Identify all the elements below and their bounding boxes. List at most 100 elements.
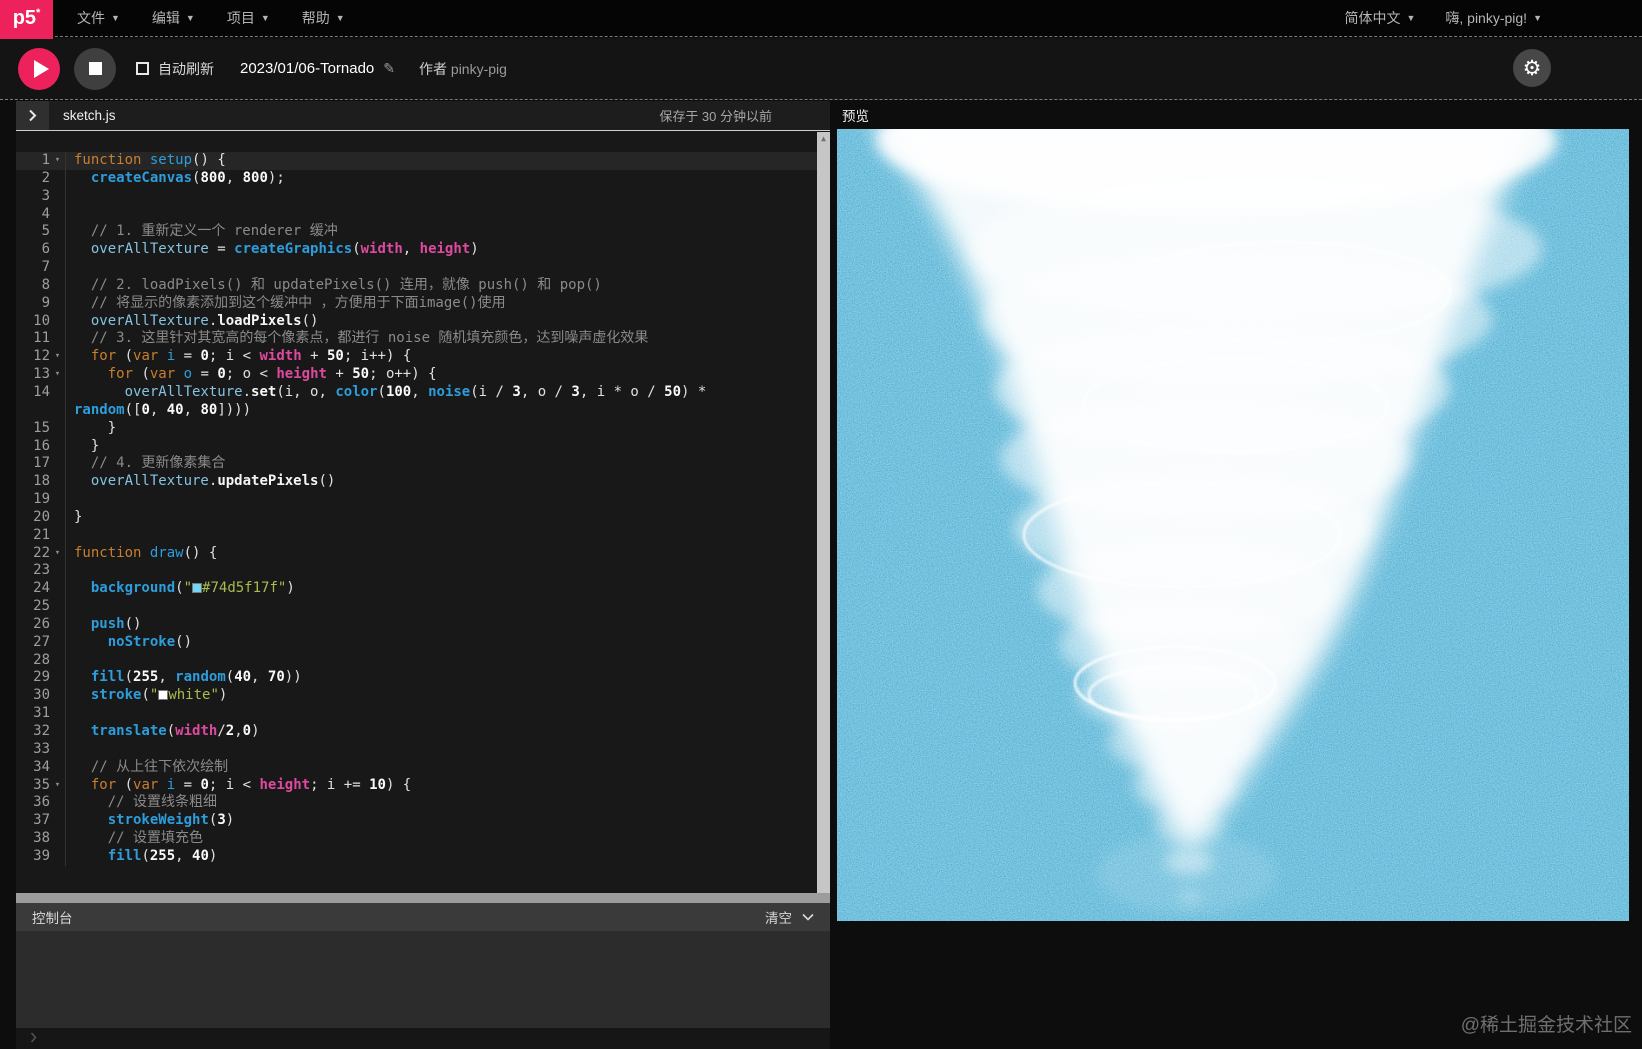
settings-button[interactable]: ⚙ [1513,49,1551,87]
console-title: 控制台 [32,911,73,926]
code-line[interactable]: 30 stroke(" white") [16,687,830,706]
console-clear-button[interactable]: 清空 [765,907,814,927]
code-line[interactable]: 23 [16,562,830,581]
code-line[interactable]: 13 ▾ for (var o = 0; o < height + 50; o++… [16,366,830,384]
edit-title-icon[interactable]: ✎ [383,60,395,77]
preview-label: 预览 [842,109,869,124]
project-title[interactable]: 2023/01/06-Tornado [240,60,374,77]
user-menu[interactable]: 嗨, pinky-pig! ▼ [1443,2,1544,34]
menu-help[interactable]: 帮助 ▼ [290,2,357,34]
color-swatch[interactable] [192,583,203,594]
fold-arrow-icon[interactable]: ▾ [50,366,65,384]
code-line[interactable]: 8 // 2. loadPixels() 和 updatePixels() 连用… [16,276,830,295]
code-line[interactable]: 6 overAllTexture = createGraphics(width,… [16,241,830,260]
auto-refresh-checkbox[interactable] [136,62,149,75]
noise-overlay [837,129,1629,921]
code-line[interactable]: 34 // 从上往下依次绘制 [16,758,830,777]
code-line[interactable]: 19 [16,491,830,509]
code-line[interactable]: 39 fill(255, 40) [16,847,830,866]
code-line[interactable]: 2 createCanvas(800, 800); [16,169,830,188]
chevron-down-icon: ▼ [1406,13,1416,23]
color-swatch[interactable] [158,690,169,701]
saved-status: 保存于 30 分钟以前 [659,109,772,124]
code-line[interactable]: 10 overAllTexture.loadPixels() [16,312,830,331]
fold-arrow-icon[interactable]: ▾ [50,545,65,563]
code-line[interactable]: 16 } [16,437,830,456]
menu-project[interactable]: 项目 ▼ [215,2,282,34]
sketch-canvas[interactable] [837,129,1629,921]
chevron-down-icon: ▼ [1533,13,1542,23]
console-input[interactable] [16,1028,830,1049]
editor-vertical-scrollbar[interactable]: ▲ [817,132,830,893]
author: 作者 pinky-pig [419,59,507,79]
code-line[interactable]: 37 strokeWeight(3) [16,812,830,831]
code-line[interactable]: 24 background(" #74d5f17f") [16,580,830,599]
code-line[interactable]: 29 fill(255, random(40, 70)) [16,669,830,688]
tab-sketch-js[interactable]: sketch.js [63,108,116,123]
main-menus: 文件 ▼ 编辑 ▼ 项目 ▼ 帮助 ▼ [65,2,357,34]
code-line[interactable]: 36 // 设置线条粗细 [16,794,830,813]
author-name[interactable]: pinky-pig [451,61,507,77]
menu-edit[interactable]: 编辑 ▼ [140,2,207,34]
stop-button[interactable] [74,47,116,90]
chevron-down-icon: ▼ [185,13,195,23]
code-line[interactable]: 28 [16,651,830,670]
code-line[interactable]: 32 translate(width/2,0) [16,723,830,741]
code-line[interactable]: 27 noStroke() [16,633,830,652]
code-line[interactable]: 3 [16,187,830,206]
console-output [16,931,830,1028]
code-line[interactable]: 5 // 1. 重新定义一个 renderer 缓冲 [16,223,830,242]
code-line[interactable]: 22 ▾ function draw() { [16,544,830,563]
code-line[interactable]: 12 ▾ for (var i = 0; i < width + 50; i++)… [16,348,830,367]
code-line[interactable]: 4 [16,205,830,224]
play-button[interactable] [18,47,60,90]
code-line[interactable]: 11 // 3. 这里针对其宽高的每个像素点，都进行 noise 随机填充颜色，… [16,330,830,349]
code-line[interactable]: 35 ▾ for (var i = 0; i < height; i += 10)… [16,776,830,795]
code-line[interactable]: 17 // 4. 更新像素集合 [16,455,830,474]
preview-pane: 预览 @稀土掘金技术社区 [830,101,1642,1049]
editor-horizontal-scrollbar[interactable] [16,893,830,903]
code-line[interactable]: 38 // 设置填充色 [16,830,830,848]
p5-logo[interactable]: p5* [0,0,53,39]
code-line[interactable]: 21 [16,526,830,545]
menu-file[interactable]: 文件 ▼ [65,2,132,34]
code-line[interactable]: 14 overAllTexture.set(i, o, color(100, n… [16,383,830,420]
code-line[interactable]: 26 push() [16,615,830,634]
code-line[interactable]: 1 ▾ function setup() { [16,152,830,170]
fold-arrow-icon[interactable]: ▾ [50,777,65,795]
code-line[interactable]: 31 [16,705,830,723]
code-line[interactable]: 33 [16,740,830,759]
code-editor[interactable]: 1 ▾ function setup() {2 createCanvas(800, … [16,130,830,893]
chevron-down-icon: ▼ [111,13,120,23]
code-line[interactable]: 15 } [16,419,830,438]
sidebar-expand-button[interactable] [16,101,49,130]
auto-refresh-toggle[interactable]: 自动刷新 [136,59,214,79]
code-line[interactable]: 7 [16,259,830,277]
p5-logo-text: p5* [12,6,41,29]
code-line[interactable]: 18 overAllTexture.updatePixels() [16,473,830,492]
fold-arrow-icon[interactable]: ▾ [50,152,65,170]
code-line[interactable]: 9 // 将显示的像素添加到这个缓冲中 ，方便用于下面image()使用 [16,294,830,313]
language-selector[interactable]: 简体中文 ▼ [1342,2,1417,34]
code-line[interactable]: 20} [16,508,830,527]
fold-arrow-icon[interactable]: ▾ [50,348,65,366]
code-line[interactable]: 25 [16,598,830,616]
